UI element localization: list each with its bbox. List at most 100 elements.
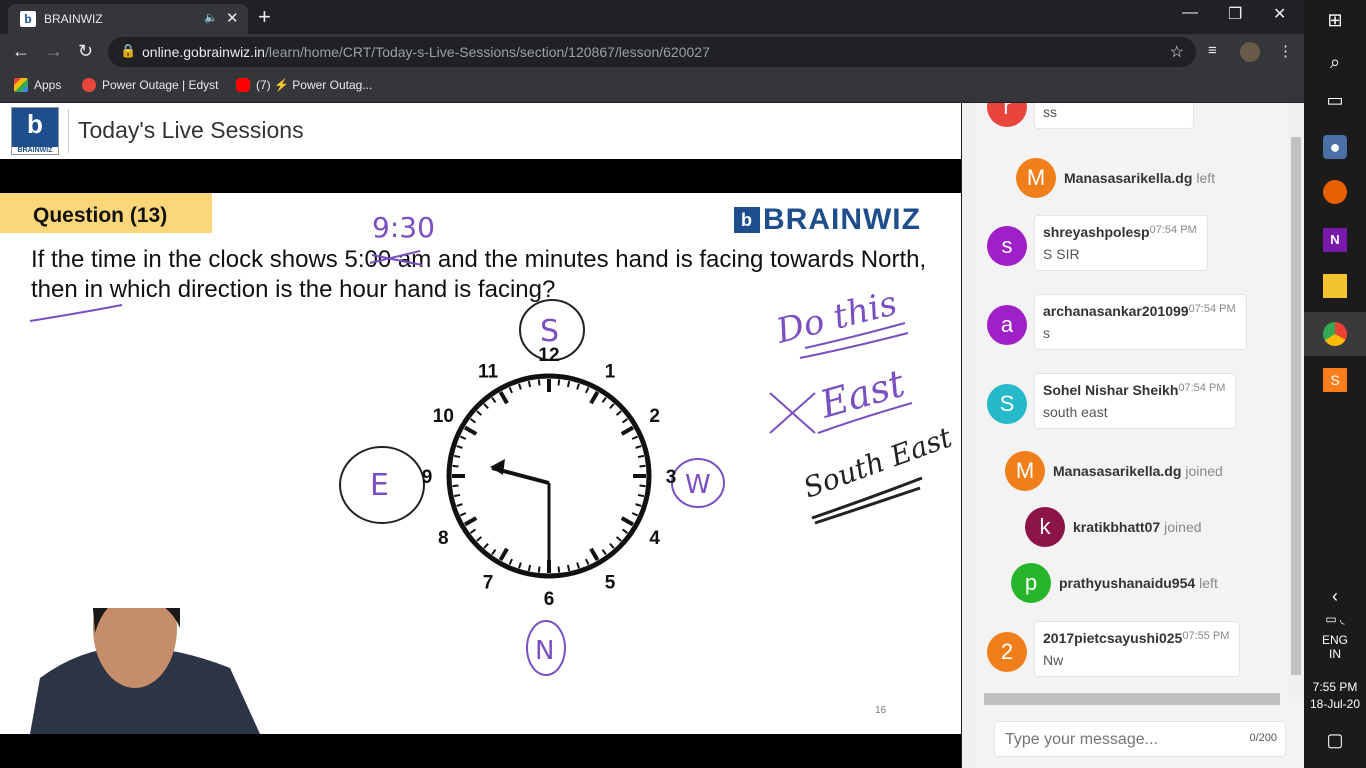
clock-tick — [527, 380, 532, 388]
sublime-icon[interactable]: S — [1323, 368, 1347, 392]
browser-tab[interactable]: b BRAINWIZ 🔈 ✕ — [8, 4, 248, 34]
event-action: left — [1199, 575, 1218, 591]
bookmark-star-icon[interactable]: ☆ — [1170, 42, 1184, 62]
page-title: Today's Live Sessions — [78, 117, 304, 143]
clock-tick — [527, 564, 532, 572]
bookmark-youtube[interactable]: (7) ⚡ Power Outag... — [236, 78, 372, 92]
clock-number: 5 — [605, 573, 616, 594]
back-arrow-icon[interactable]: ← — [12, 41, 30, 62]
clock-number: 8 — [438, 528, 449, 549]
bookmark-apps[interactable]: Apps — [14, 78, 61, 92]
clock-tick — [557, 379, 561, 386]
annotation-time: 9:30 — [372, 211, 435, 244]
presenter-video — [30, 608, 260, 734]
event-action: left — [1196, 170, 1216, 186]
apps-grid-icon — [14, 78, 28, 92]
event-text: kratikbhatt07 joined — [1073, 507, 1202, 547]
message-username: shreyashpolesp07:54 PM — [1043, 224, 1197, 240]
clock-tick — [639, 484, 646, 488]
browser-tab-bar: b BRAINWIZ 🔈 ✕ + — ❐ ✕ — [0, 0, 1304, 34]
user-avatar: S — [987, 384, 1027, 424]
user-avatar: M — [1016, 158, 1056, 198]
message-text: ss — [1043, 104, 1057, 120]
event-username: kratikbhatt07 — [1073, 519, 1161, 535]
clock-number: 11 — [478, 361, 499, 382]
notifications-icon[interactable]: ▢ — [1323, 728, 1347, 752]
minimize-icon[interactable]: — — [1182, 4, 1198, 22]
user-avatar: k — [1025, 507, 1065, 547]
slide-page-number: 16 — [875, 705, 887, 716]
message-username: 2017pietcsayushi02507:55 PM — [1043, 630, 1230, 646]
clock-date[interactable]: 18-Jul-20 — [1304, 697, 1366, 711]
message-username: Sohel Nishar Sheikh07:54 PM — [1043, 382, 1226, 398]
tab-title: BRAINWIZ — [44, 12, 103, 26]
language-indicator[interactable]: ENG IN — [1304, 633, 1366, 661]
clock-tick — [537, 379, 541, 386]
clock-tick — [453, 454, 461, 459]
event-username: Manasasarikella.dg — [1064, 170, 1193, 186]
search-icon[interactable]: ⌕ — [1323, 50, 1347, 74]
bookmark-edyst[interactable]: Power Outage | Edyst — [82, 78, 219, 92]
annotation-note2: East — [814, 361, 910, 427]
forward-arrow-icon[interactable]: → — [45, 41, 63, 62]
message-time: 07:54 PM — [1188, 303, 1236, 315]
speaker-muted-icon[interactable]: 🔈 — [204, 11, 218, 24]
page-content: b BRAINWIZ Today's Live Sessions Questio… — [0, 103, 961, 768]
windows-start-icon[interactable]: ⊞ — [1323, 8, 1347, 32]
close-window-icon[interactable]: ✕ — [1273, 4, 1286, 24]
maximize-icon[interactable]: ❐ — [1228, 4, 1242, 24]
file-explorer-icon[interactable] — [1323, 274, 1347, 298]
clock-tick — [566, 380, 571, 388]
message-bubble: Sohel Nishar Sheikh07:54 PM south east — [1034, 373, 1237, 429]
profile-avatar[interactable] — [1240, 42, 1260, 62]
url-text: online.gobrainwiz.in/learn/home/CRT/Toda… — [142, 44, 710, 60]
address-bar[interactable]: 🔒 online.gobrainwiz.in/learn/home/CRT/To… — [108, 37, 1196, 67]
lock-icon: 🔒 — [120, 43, 137, 58]
annotation-top: S — [540, 314, 559, 349]
clock-number: 9 — [422, 467, 433, 488]
firefox-icon[interactable] — [1323, 180, 1347, 204]
message-text: S SIR — [1043, 246, 1080, 262]
chrome-icon[interactable] — [1323, 322, 1347, 346]
clock-number: 12 — [538, 345, 559, 366]
video-slide[interactable]: Question (13) b BRAINWIZ If the time in t… — [0, 193, 961, 734]
chat-horizontal-scrollbar[interactable] — [984, 693, 1280, 705]
message-text: s — [1043, 325, 1050, 341]
battery-network-icons[interactable]: ▭ ◟ — [1304, 612, 1366, 626]
brainwiz-logo[interactable]: b BRAINWIZ — [11, 107, 59, 155]
user-avatar: r — [987, 103, 1027, 127]
page-header: b BRAINWIZ Today's Live Sessions — [0, 103, 961, 159]
clock-tick — [639, 464, 646, 468]
chat-input-box[interactable]: 0/200 — [994, 721, 1286, 757]
menu-dots-icon[interactable]: ⋮ — [1278, 42, 1293, 60]
clock-number: 1 — [605, 361, 616, 382]
close-tab-icon[interactable]: ✕ — [226, 9, 239, 27]
event-username: Manasasarikella.dg — [1053, 463, 1182, 479]
task-view-icon[interactable]: ▭ — [1323, 88, 1347, 112]
event-action: joined — [1164, 519, 1202, 535]
header-divider — [68, 109, 69, 153]
user-avatar: p — [1011, 563, 1051, 603]
new-tab-button[interactable]: + — [258, 4, 271, 30]
reload-icon[interactable]: ↻ — [78, 41, 93, 62]
camera-app-icon[interactable]: ● — [1323, 135, 1347, 159]
chat-messages: rrochmadilla4202ssMManasasarikella.dglef… — [962, 103, 1304, 691]
onenote-icon[interactable]: N — [1323, 228, 1347, 252]
annotation-bottom: N — [535, 636, 554, 666]
event-text: Manasasarikella.dg left — [1064, 158, 1215, 198]
chat-panel: rrochmadilla4202ssMManasasarikella.dglef… — [962, 103, 1304, 768]
message-bubble: shreyashpolesp07:54 PM S SIR — [1034, 215, 1208, 271]
media-queue-icon[interactable]: ≡ — [1208, 42, 1217, 59]
annotation-right: W — [685, 470, 711, 500]
user-avatar: s — [987, 226, 1027, 266]
chat-scroll-thumb[interactable] — [1291, 137, 1301, 675]
clock-time[interactable]: 7:55 PM — [1304, 680, 1366, 694]
clock-number: 2 — [649, 406, 660, 427]
chat-message-input[interactable] — [1005, 728, 1245, 752]
clock-tick — [637, 493, 645, 498]
clock-number: 4 — [649, 528, 660, 549]
clock-tick — [566, 564, 571, 572]
show-hidden-icons-icon[interactable]: ‹ — [1323, 584, 1347, 608]
clock-number: 10 — [433, 406, 454, 427]
message-text: Nw — [1043, 652, 1064, 668]
